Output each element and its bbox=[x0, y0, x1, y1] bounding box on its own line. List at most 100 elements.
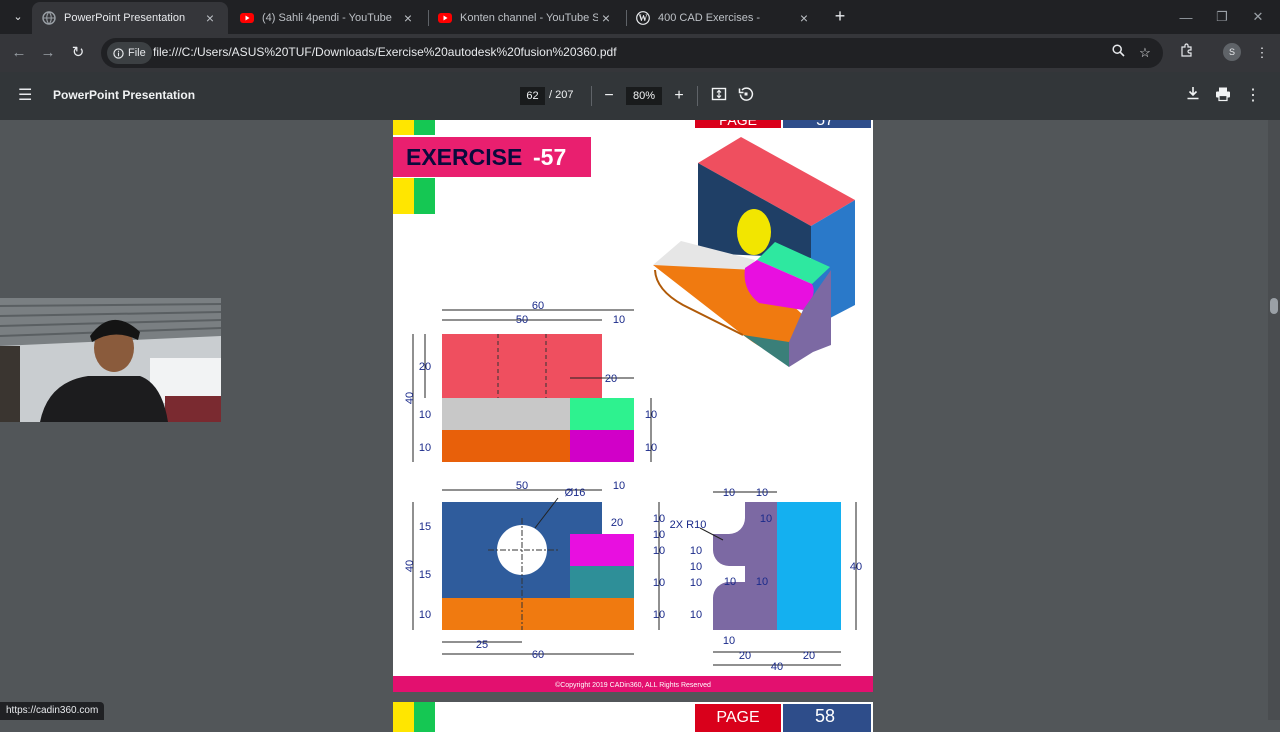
dim-label: 60 bbox=[532, 649, 544, 661]
menu-icon[interactable]: ☰ bbox=[18, 87, 36, 105]
top-orange-block bbox=[442, 598, 634, 630]
dim-label: 40 bbox=[771, 661, 783, 673]
exercise-number: -57 bbox=[533, 144, 566, 170]
url-text[interactable]: file:///C:/Users/ASUS%20TUF/Downloads/Ex… bbox=[153, 45, 617, 59]
forward-button[interactable]: → bbox=[37, 42, 59, 64]
profile-avatar[interactable]: S bbox=[1223, 43, 1241, 61]
page-word-label: PAGE bbox=[716, 709, 759, 726]
dim-label: 20 bbox=[419, 361, 431, 373]
front-magenta-block bbox=[570, 430, 634, 462]
scrollbar-thumb[interactable] bbox=[1270, 298, 1278, 314]
back-button[interactable]: ← bbox=[8, 42, 30, 64]
model-hole bbox=[737, 209, 771, 255]
close-tab-icon[interactable]: × bbox=[796, 10, 812, 26]
browser-toolbar: ← → ↻ File file:///C:/Users/ASUS%20TUF/D… bbox=[0, 34, 1280, 72]
address-bar[interactable]: File file:///C:/Users/ASUS%20TUF/Downloa… bbox=[101, 38, 1163, 68]
top-magenta-block bbox=[570, 534, 634, 566]
tab-title: 400 CAD Exercises - bbox=[658, 12, 761, 24]
dim-label: 10 bbox=[690, 609, 702, 621]
front-grey-block bbox=[442, 398, 570, 430]
bookmark-star-icon[interactable]: ☆ bbox=[1136, 44, 1154, 62]
dim-label: 10 bbox=[419, 609, 431, 621]
zoom-icon[interactable] bbox=[1109, 44, 1127, 62]
dim-label: 10 bbox=[723, 487, 735, 499]
top-view: 50 Ø16 10 20 15 40 15 10 10 10 10 10 10 … bbox=[404, 480, 665, 661]
youtube-icon bbox=[240, 13, 254, 23]
site-info-label: File bbox=[128, 47, 146, 59]
extensions-icon[interactable] bbox=[1176, 42, 1198, 64]
dim-label: Ø16 bbox=[565, 487, 586, 499]
dim-label: 10 bbox=[756, 576, 768, 588]
more-menu-icon[interactable]: ⋮ bbox=[1251, 42, 1273, 64]
dim-label: 10 bbox=[653, 577, 665, 589]
close-icon: ✕ bbox=[1252, 9, 1264, 24]
dim-label: 10 bbox=[613, 480, 625, 492]
vertical-scrollbar[interactable] bbox=[1268, 120, 1280, 720]
document-title: PowerPoint Presentation bbox=[53, 88, 196, 102]
fit-page-button[interactable] bbox=[709, 86, 729, 106]
pdf-page: PAGE 57 EXERCISE -57 60 50 10 20 20 40 1… bbox=[393, 120, 873, 692]
new-tab-button[interactable]: + bbox=[830, 6, 850, 26]
tab-youtube-studio[interactable]: Konten channel - YouTube Studio × bbox=[428, 2, 624, 34]
more-actions-button[interactable]: ⋮ bbox=[1243, 86, 1263, 106]
pdf-next-page: PAGE 58 bbox=[393, 702, 873, 732]
page-number-label: 57 bbox=[816, 120, 834, 129]
dim-label: 20 bbox=[739, 650, 751, 662]
dim-label: 10 bbox=[690, 577, 702, 589]
status-bar-url: https://cadin360.com bbox=[0, 702, 105, 720]
dim-label: 10 bbox=[653, 545, 665, 557]
reload-button[interactable]: ↻ bbox=[67, 42, 89, 64]
print-button[interactable] bbox=[1213, 86, 1233, 106]
side-blue-block bbox=[777, 502, 841, 630]
minimize-button[interactable]: — bbox=[1166, 0, 1206, 34]
arrow-right-icon: → bbox=[40, 44, 56, 61]
zoom-in-button[interactable]: + bbox=[669, 86, 689, 106]
tab-title: PowerPoint Presentation bbox=[64, 12, 186, 24]
dim-label: 10 bbox=[690, 561, 702, 573]
download-button[interactable] bbox=[1183, 86, 1203, 106]
page-number-input[interactable]: 62 bbox=[520, 87, 545, 105]
youtube-icon bbox=[438, 13, 452, 23]
rotate-button[interactable] bbox=[736, 86, 756, 106]
close-window-button[interactable]: ✕ bbox=[1238, 0, 1278, 34]
close-tab-icon[interactable]: × bbox=[202, 10, 218, 26]
green-strip bbox=[414, 178, 435, 214]
close-tab-icon[interactable]: × bbox=[400, 10, 416, 26]
copyright-text: ©Copyright 2019 CADin360, ALL Rights Res… bbox=[555, 681, 711, 689]
green-strip bbox=[414, 120, 435, 135]
svg-text:W: W bbox=[639, 13, 648, 23]
dim-label: 40 bbox=[404, 392, 416, 404]
dim-label: 15 bbox=[419, 569, 431, 581]
restore-icon: ❐ bbox=[1216, 9, 1228, 24]
pdf-toolbar: ☰ PowerPoint Presentation 62 / 207 − 80%… bbox=[0, 72, 1280, 120]
page-number-label: 58 bbox=[815, 706, 835, 726]
dim-label: 10 bbox=[760, 513, 772, 525]
green-strip bbox=[414, 702, 435, 732]
dim-label: 50 bbox=[516, 314, 528, 326]
page-word-label: PAGE bbox=[719, 120, 757, 128]
yellow-strip bbox=[393, 120, 414, 135]
zoom-level-input[interactable]: 80% bbox=[626, 87, 662, 105]
tab-title: (4) Sahli 4pendi - YouTube bbox=[262, 12, 392, 24]
globe-icon bbox=[42, 11, 56, 25]
toolbar-divider bbox=[591, 86, 592, 106]
download-icon bbox=[1187, 87, 1199, 100]
tab-powerpoint[interactable]: PowerPoint Presentation × bbox=[32, 2, 228, 34]
plus-icon: + bbox=[674, 87, 684, 104]
dim-label: 20 bbox=[605, 373, 617, 385]
tab-youtube-channel[interactable]: (4) Sahli 4pendi - YouTube × bbox=[230, 2, 426, 34]
zoom-out-button[interactable]: − bbox=[599, 86, 619, 106]
dim-label: 10 bbox=[690, 545, 702, 557]
tab-search-button[interactable]: ⌄ bbox=[8, 6, 28, 26]
dim-label: 20 bbox=[611, 517, 623, 529]
dim-label: 25 bbox=[476, 639, 488, 651]
tab-strip: ⌄ PowerPoint Presentation × (4) Sahli 4p… bbox=[0, 0, 1280, 34]
tab-cad-exercises[interactable]: W 400 CAD Exercises - × bbox=[626, 2, 822, 34]
front-green-block bbox=[570, 398, 634, 430]
dim-label: 15 bbox=[419, 521, 431, 533]
site-info-chip[interactable]: File bbox=[107, 42, 152, 64]
restore-button[interactable]: ❐ bbox=[1202, 0, 1242, 34]
close-tab-icon[interactable]: × bbox=[598, 10, 614, 26]
dim-label: 10 bbox=[419, 409, 431, 421]
dim-label: 10 bbox=[613, 314, 625, 326]
